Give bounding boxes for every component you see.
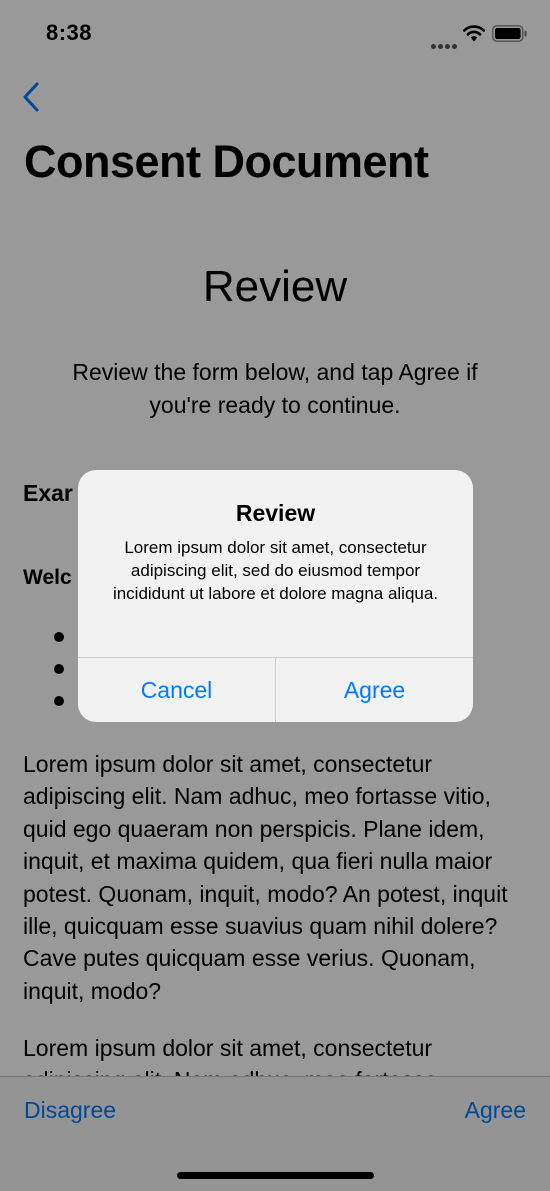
screen: 8:38 Consent Document Review Review the … — [0, 0, 550, 1191]
alert-actions: Cancel Agree — [78, 657, 473, 722]
review-alert-dialog: Review Lorem ipsum dolor sit amet, conse… — [78, 470, 473, 722]
alert-agree-button[interactable]: Agree — [275, 658, 473, 722]
alert-cancel-button[interactable]: Cancel — [78, 658, 275, 722]
alert-title: Review — [235, 500, 316, 526]
alert-message: Lorem ipsum dolor sit amet, consectetur … — [112, 538, 439, 603]
